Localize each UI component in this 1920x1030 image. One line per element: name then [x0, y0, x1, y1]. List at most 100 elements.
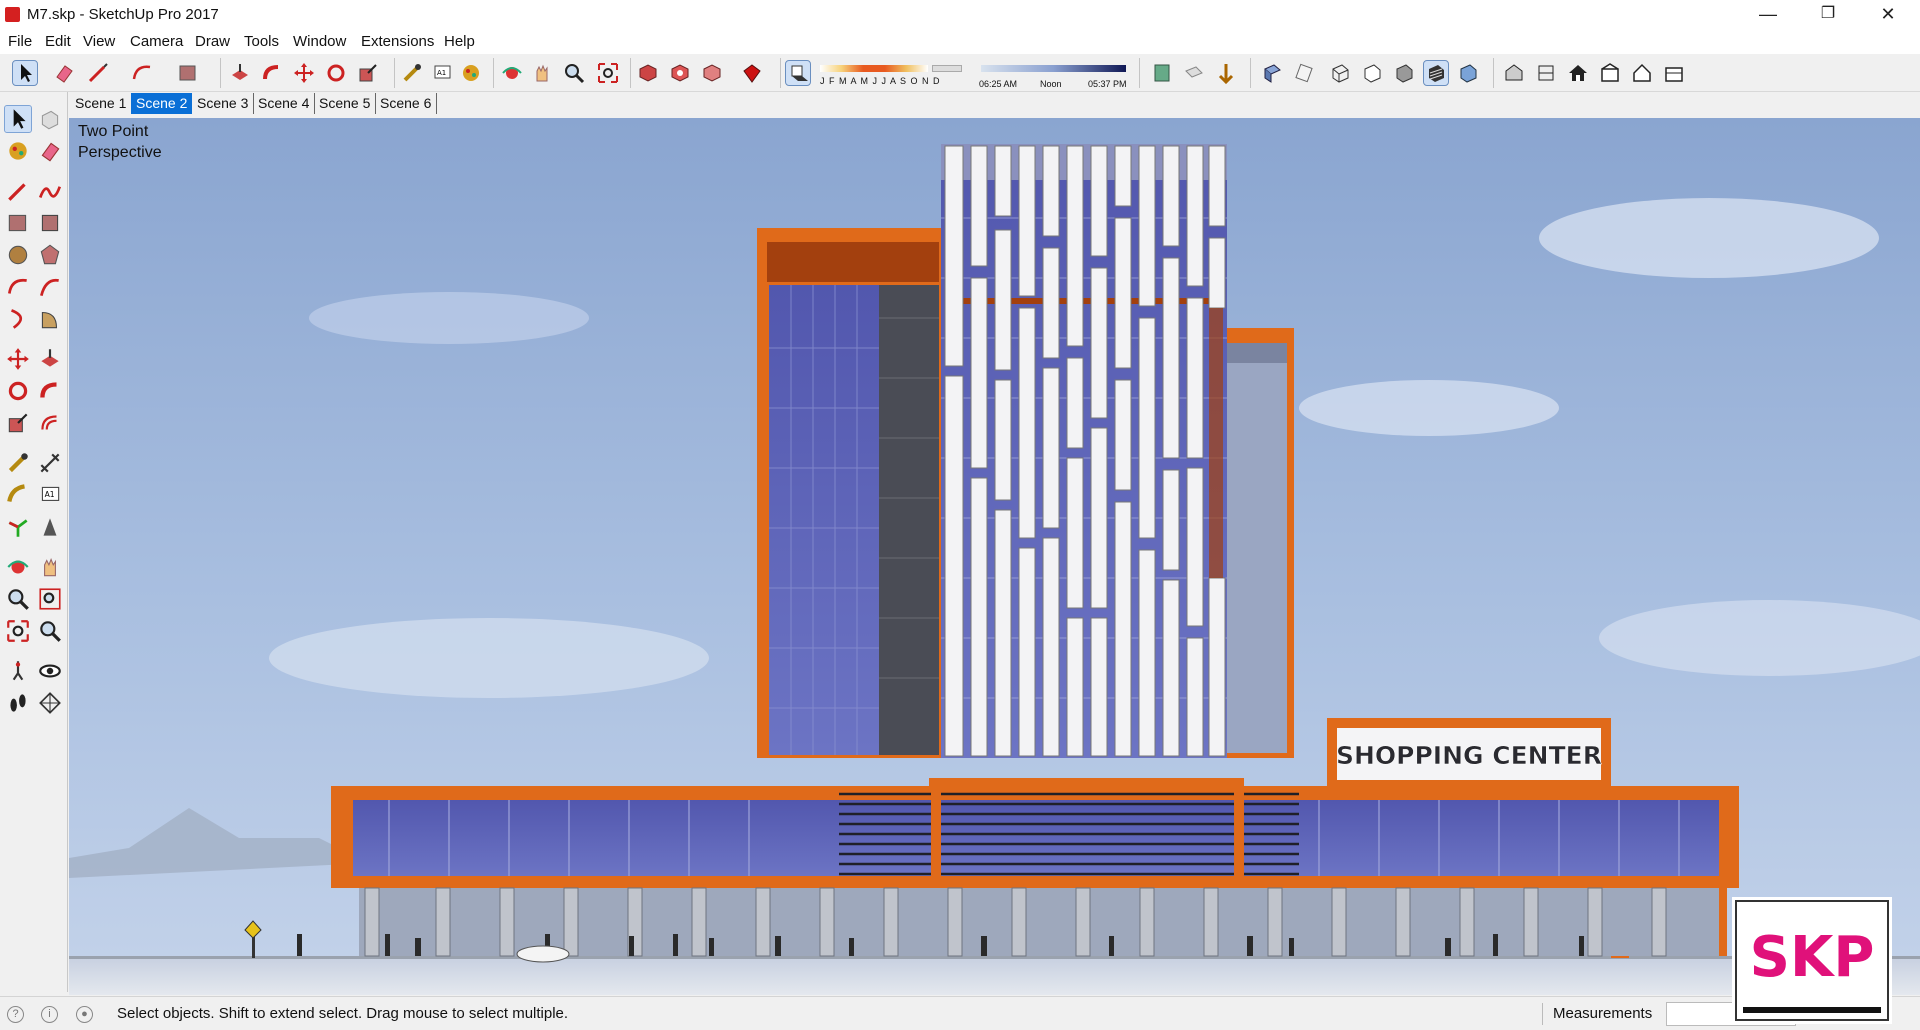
right-view-icon[interactable]	[1598, 61, 1622, 85]
polygon-tool-icon[interactable]	[37, 242, 63, 268]
circle-tool-icon[interactable]	[5, 242, 31, 268]
offset-tool-icon[interactable]	[37, 410, 63, 436]
make-component-icon[interactable]	[37, 106, 63, 132]
share-model-icon[interactable]	[668, 61, 692, 85]
xray-icon[interactable]	[1260, 61, 1284, 85]
line-tool-icon[interactable]	[5, 178, 31, 204]
select-tool-icon[interactable]	[4, 105, 32, 133]
follow-me-tool-icon[interactable]	[260, 61, 284, 85]
two-point-arc-tool-icon[interactable]	[37, 274, 63, 300]
paint-bucket-tool-icon[interactable]	[5, 138, 31, 164]
arc-tool-icon[interactable]	[5, 274, 31, 300]
credits-icon[interactable]: i	[41, 1006, 58, 1023]
zoom-window-tool-icon[interactable]	[37, 586, 63, 612]
dimension-tool-icon[interactable]	[37, 450, 63, 476]
rotate-tool-icon[interactable]	[5, 378, 31, 404]
eraser-tool-icon[interactable]	[52, 61, 76, 85]
tab-scene-3[interactable]: Scene 3	[192, 93, 255, 114]
menu-window[interactable]: Window	[293, 33, 346, 51]
iso-view-icon[interactable]	[1502, 61, 1526, 85]
close-button[interactable]: ✕	[1860, 0, 1916, 30]
look-around-icon[interactable]	[37, 658, 63, 684]
menu-camera[interactable]: Camera	[130, 33, 183, 51]
zoom-extents-tool-icon[interactable]	[596, 61, 620, 85]
user-account-icon[interactable]: ●	[76, 1006, 93, 1023]
shaded-with-textures-icon[interactable]	[1423, 60, 1449, 86]
zoom-tool-icon[interactable]	[5, 586, 31, 612]
section-plane-tool-icon[interactable]	[37, 690, 63, 716]
time-slider[interactable]	[981, 65, 1126, 72]
menu-view[interactable]: View	[83, 33, 115, 51]
tab-scene-1[interactable]: Scene 1	[70, 93, 133, 114]
rectangle-tool-icon[interactable]	[5, 210, 31, 236]
back-edges-icon[interactable]	[1292, 61, 1316, 85]
eraser-tool-icon[interactable]	[37, 138, 63, 164]
walk-tool-icon[interactable]	[5, 690, 31, 716]
axes-tool-icon[interactable]	[5, 514, 31, 540]
hidden-line-icon[interactable]	[1360, 61, 1384, 85]
rotate-tool-icon[interactable]	[324, 61, 348, 85]
previous-view-icon[interactable]	[37, 618, 63, 644]
protractor-tool-icon[interactable]	[5, 482, 31, 508]
ruby-extension-icon[interactable]	[740, 61, 764, 85]
position-camera-icon[interactable]	[5, 658, 31, 684]
front-view-icon[interactable]	[1566, 61, 1590, 85]
extension-warehouse-icon[interactable]	[700, 61, 724, 85]
menu-draw[interactable]: Draw	[195, 33, 230, 51]
geo-location-icon[interactable]: ?	[7, 1006, 24, 1023]
pan-tool-icon[interactable]	[530, 61, 554, 85]
move-tool-icon[interactable]	[292, 61, 316, 85]
push-pull-tool-icon[interactable]	[228, 61, 252, 85]
section-plane-icon[interactable]	[1214, 61, 1238, 85]
styles-icon[interactable]	[1182, 61, 1206, 85]
rotated-rectangle-tool-icon[interactable]	[37, 210, 63, 236]
zoom-extents-tool-icon[interactable]	[5, 618, 31, 644]
model-info-icon[interactable]	[1150, 61, 1174, 85]
shopping-center-sign: SHOPPING CENTER	[1336, 741, 1602, 770]
3d-warehouse-icon[interactable]	[636, 61, 660, 85]
model-viewport[interactable]: SHOPPING CENTER Two Point Perspective	[69, 118, 1920, 995]
minimize-button[interactable]: —	[1740, 0, 1796, 30]
follow-me-tool-icon[interactable]	[37, 378, 63, 404]
left-view-icon[interactable]	[1662, 61, 1686, 85]
menu-help[interactable]: Help	[444, 33, 475, 51]
push-pull-tool-icon[interactable]	[37, 346, 63, 372]
menu-tools[interactable]: Tools	[244, 33, 279, 51]
tab-scene-5[interactable]: Scene 5	[314, 93, 377, 114]
orbit-tool-icon[interactable]	[5, 554, 31, 580]
orbit-tool-icon[interactable]	[500, 61, 524, 85]
paint-bucket-tool-icon[interactable]	[459, 61, 483, 85]
menu-file[interactable]: File	[8, 33, 32, 51]
tape-measure-tool-icon[interactable]	[5, 450, 31, 476]
pie-tool-icon[interactable]	[37, 306, 63, 332]
shadow-settings-widget: J F M A M J J A S O N D 06:25 AM Noon 05…	[818, 63, 1130, 91]
tab-scene-6[interactable]: Scene 6	[375, 93, 438, 114]
arc-tool-icon[interactable]	[130, 61, 154, 85]
line-tool-icon[interactable]	[86, 61, 110, 85]
back-view-icon[interactable]	[1630, 61, 1654, 85]
select-tool-icon[interactable]	[12, 60, 38, 86]
shadows-toggle-icon[interactable]	[785, 60, 811, 86]
freehand-tool-icon[interactable]	[37, 178, 63, 204]
text-tool-icon[interactable]: A1	[430, 61, 454, 85]
menu-edit[interactable]: Edit	[45, 33, 71, 51]
month-slider[interactable]	[820, 65, 928, 72]
scale-tool-icon[interactable]	[356, 61, 380, 85]
menu-extensions[interactable]: Extensions	[361, 33, 434, 51]
move-tool-icon[interactable]	[5, 346, 31, 372]
pan-tool-icon[interactable]	[37, 554, 63, 580]
monochrome-icon[interactable]	[1456, 61, 1480, 85]
shaded-icon[interactable]	[1392, 61, 1416, 85]
wireframe-icon[interactable]	[1328, 61, 1352, 85]
zoom-tool-icon[interactable]	[562, 61, 586, 85]
restore-button[interactable]: ❐	[1800, 0, 1856, 30]
rectangle-tool-icon[interactable]	[176, 61, 200, 85]
scale-tool-icon[interactable]	[5, 410, 31, 436]
3d-text-tool-icon[interactable]	[37, 514, 63, 540]
top-view-icon[interactable]	[1534, 61, 1558, 85]
tab-scene-2[interactable]: Scene 2	[131, 93, 193, 114]
tape-measure-tool-icon[interactable]	[400, 61, 424, 85]
tab-scene-4[interactable]: Scene 4	[253, 93, 316, 114]
text-tool-icon[interactable]: A1	[37, 482, 63, 508]
three-point-arc-tool-icon[interactable]	[5, 306, 31, 332]
